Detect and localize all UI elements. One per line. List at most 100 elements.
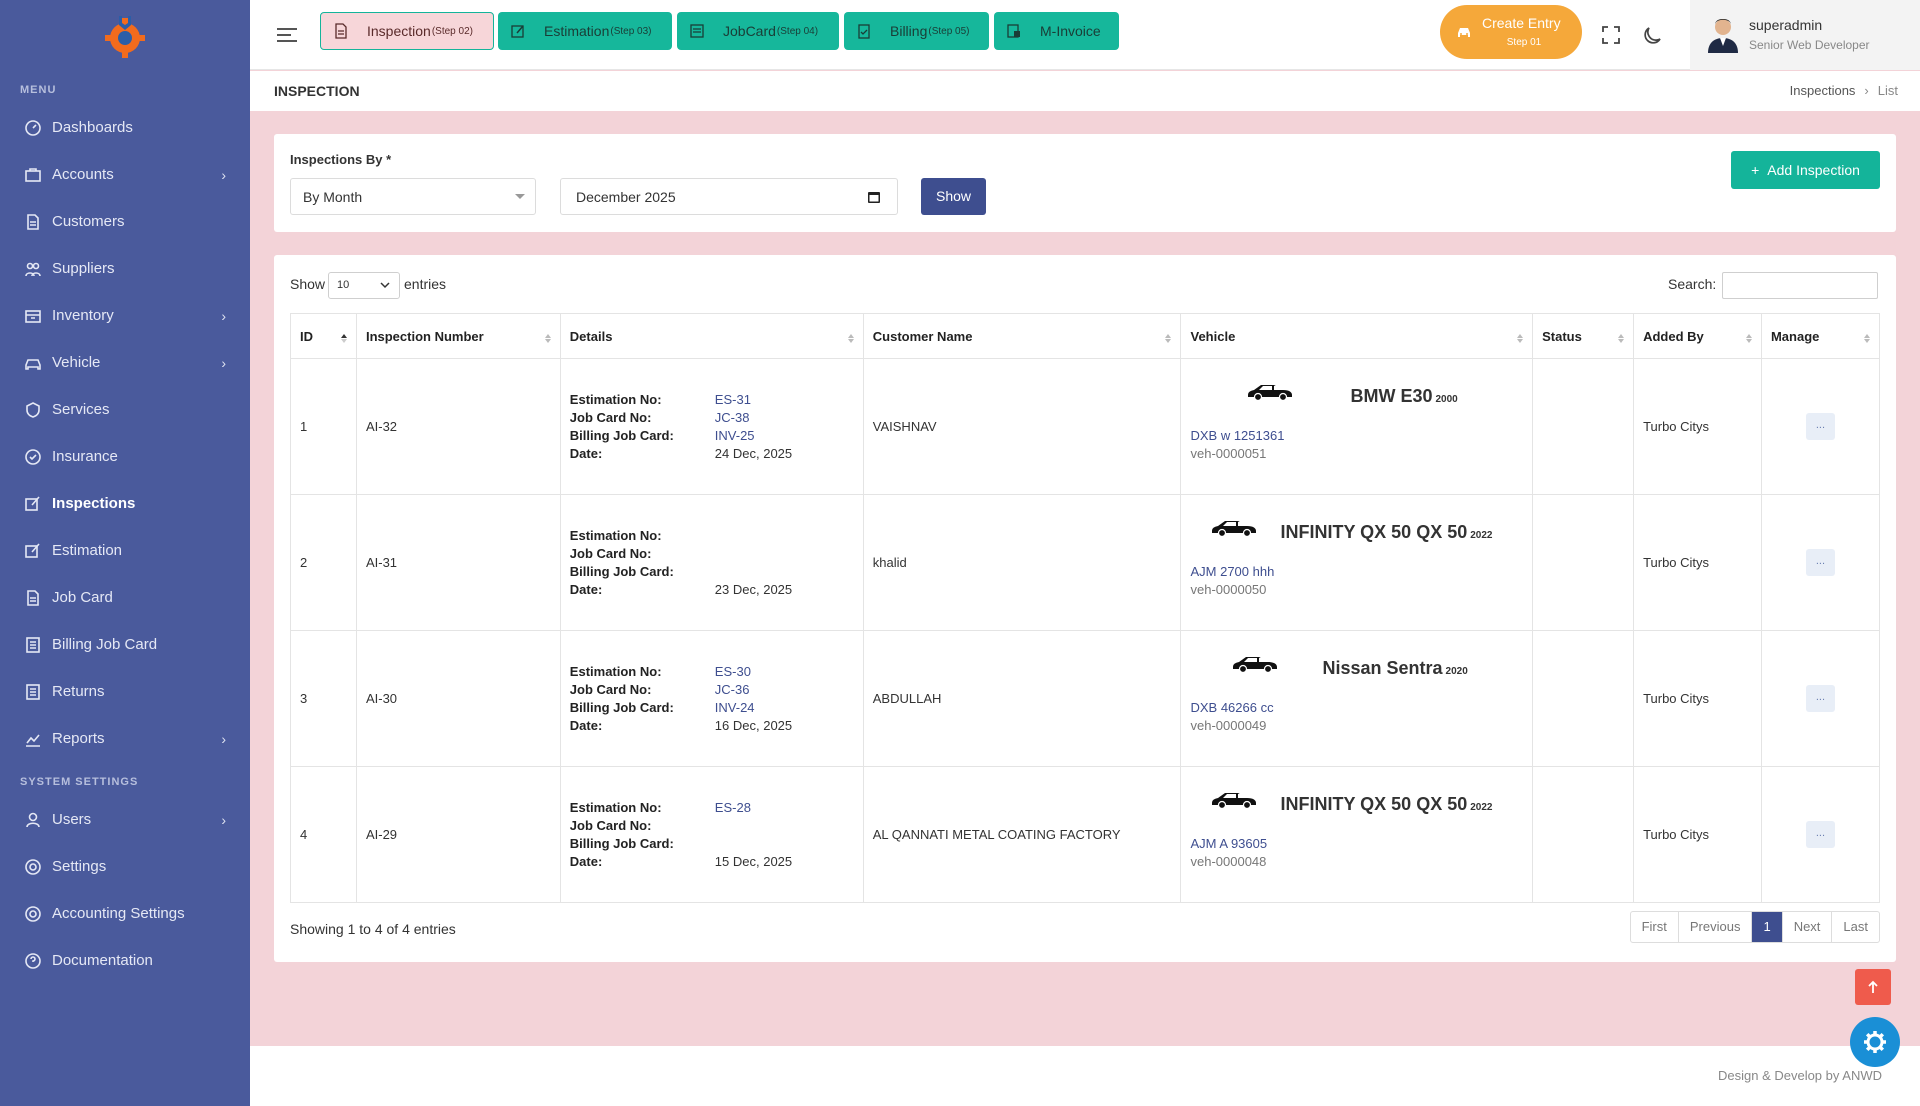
estimation-link[interactable] xyxy=(715,528,835,543)
sidebar-item-reports[interactable]: Reports › xyxy=(0,715,250,762)
sidebar-item-suppliers[interactable]: Suppliers xyxy=(0,245,250,292)
page-previous-button[interactable]: Previous xyxy=(1679,912,1753,942)
breadcrumb-inspections[interactable]: Inspections xyxy=(1790,83,1856,98)
page-next-button[interactable]: Next xyxy=(1783,912,1833,942)
step-minvoice-button[interactable]: M-Invoice xyxy=(994,12,1119,50)
sidebar-item-settings[interactable]: Settings xyxy=(0,843,250,890)
insurance-icon xyxy=(24,448,42,466)
billing-link[interactable] xyxy=(715,836,835,851)
cell-added-by: Turbo Citys xyxy=(1633,494,1762,631)
gear-icon xyxy=(24,905,42,923)
inspections-by-select[interactable]: By Month xyxy=(290,178,536,215)
sidebar-item-job-card[interactable]: Job Card xyxy=(0,574,250,621)
menu-toggle-icon[interactable] xyxy=(276,24,298,46)
document-icon xyxy=(24,589,42,607)
cell-inspection-number: AI-29 xyxy=(355,766,561,903)
job-card-link[interactable] xyxy=(715,818,835,833)
search-input[interactable] xyxy=(1722,272,1878,299)
logo-icon xyxy=(105,16,145,58)
sidebar-item-label: Inventory xyxy=(52,307,114,324)
sort-icon xyxy=(847,334,854,343)
estimation-link[interactable]: ES-28 xyxy=(715,800,835,815)
step-inspection-button[interactable]: Inspection (Step 02) xyxy=(320,12,494,50)
show-button[interactable]: Show xyxy=(921,178,986,215)
column-header-label: Vehicle xyxy=(1190,328,1236,344)
sidebar-item-customers[interactable]: Customers xyxy=(0,198,250,245)
column-header-status[interactable]: Status xyxy=(1532,313,1635,359)
add-inspection-button[interactable]: + Add Inspection xyxy=(1731,151,1880,189)
vehicle-id: veh-0000051 xyxy=(1190,445,1267,461)
sidebar-item-vehicle[interactable]: Vehicle › xyxy=(0,339,250,386)
search-label: Search: xyxy=(1668,276,1717,292)
page-first-button[interactable]: First xyxy=(1631,912,1679,942)
billing-link[interactable] xyxy=(715,564,835,579)
sidebar-item-billing-job-card[interactable]: Billing Job Card xyxy=(0,621,250,668)
sidebar-item-dashboards[interactable]: Dashboards xyxy=(0,104,250,151)
cell-details: Estimation No: ES-30 Job Card No: JC-36 Bi… xyxy=(559,630,864,767)
settings-fab-button[interactable] xyxy=(1850,1017,1900,1067)
vehicle-model: Nissan Sentra xyxy=(1322,657,1443,678)
vehicle-plate[interactable]: AJM 2700 hhh xyxy=(1190,564,1274,579)
step-billing-button[interactable]: Billing (Step 05) xyxy=(844,12,989,50)
cell-status xyxy=(1532,358,1635,495)
billing-link[interactable]: INV-25 xyxy=(715,428,835,443)
sort-icon xyxy=(1618,334,1625,343)
sidebar-item-services[interactable]: Services xyxy=(0,386,250,433)
column-header-vehicle[interactable]: Vehicle xyxy=(1180,313,1534,359)
detail-key: Job Card No: xyxy=(569,546,652,561)
sidebar-item-insurance[interactable]: Insurance xyxy=(0,433,250,480)
manage-button[interactable]: ... xyxy=(1805,549,1835,576)
logo[interactable] xyxy=(0,0,250,72)
manage-button[interactable]: ... xyxy=(1805,685,1835,712)
job-card-link[interactable] xyxy=(715,546,835,561)
estimation-link[interactable]: ES-30 xyxy=(715,664,835,679)
create-entry-label: Create Entry xyxy=(1482,15,1561,31)
estimation-link[interactable]: ES-31 xyxy=(715,392,835,407)
sidebar-item-inspections[interactable]: Inspections xyxy=(0,480,250,527)
sidebar-item-estimation[interactable]: Estimation xyxy=(0,527,250,574)
entries-select[interactable]: 10 xyxy=(328,272,400,299)
dark-mode-icon[interactable] xyxy=(1642,24,1664,46)
column-header-inspection-number[interactable]: Inspection Number xyxy=(355,313,561,359)
vehicle-plate[interactable]: DXB w 1251361 xyxy=(1190,428,1284,443)
billing-link[interactable]: INV-24 xyxy=(715,700,835,715)
manage-button[interactable]: ... xyxy=(1805,413,1835,440)
column-header-added-by[interactable]: Added By xyxy=(1633,313,1762,359)
page-last-button[interactable]: Last xyxy=(1832,912,1879,942)
sidebar-item-accounting-settings[interactable]: Accounting Settings xyxy=(0,890,250,937)
job-card-link[interactable]: JC-38 xyxy=(715,410,835,425)
month-input[interactable]: December 2025 xyxy=(560,178,898,215)
page-1-button[interactable]: 1 xyxy=(1752,912,1783,942)
user-menu[interactable]: superadmin Senior Web Developer xyxy=(1690,0,1920,70)
vehicle-plate[interactable]: DXB 46266 cc xyxy=(1190,700,1273,715)
sidebar-item-returns[interactable]: Returns xyxy=(0,668,250,715)
invoice-icon xyxy=(1007,24,1020,38)
box-icon xyxy=(24,307,42,325)
step-jobcard-button[interactable]: JobCard (Step 04) xyxy=(677,12,839,50)
fullscreen-icon[interactable] xyxy=(1600,24,1622,46)
sidebar-item-users[interactable]: Users › xyxy=(0,796,250,843)
sidebar-item-inventory[interactable]: Inventory › xyxy=(0,292,250,339)
column-header-manage[interactable]: Manage xyxy=(1760,313,1881,359)
column-header-details[interactable]: Details xyxy=(559,313,864,359)
user-icon xyxy=(24,811,42,829)
create-entry-button[interactable]: Create Entry Step 01 xyxy=(1440,5,1582,59)
manage-button[interactable]: ... xyxy=(1805,821,1835,848)
caret-down-icon xyxy=(515,194,525,199)
step-estimation-button[interactable]: Estimation (Step 03) xyxy=(498,12,672,50)
sidebar-item-documentation[interactable]: Documentation xyxy=(0,937,250,984)
table-row: 1 AI-32 Estimation No: ES-31 Job Card No:… xyxy=(290,358,1881,495)
job-card-link[interactable]: JC-36 xyxy=(715,682,835,697)
vehicle-plate[interactable]: AJM A 93605 xyxy=(1190,836,1267,851)
detail-key: Date: xyxy=(569,582,603,597)
pagination: First Previous 1 Next Last xyxy=(1629,911,1880,943)
sidebar-item-label: Billing Job Card xyxy=(52,636,158,653)
column-header-id[interactable]: ID xyxy=(290,313,357,359)
vehicle-id: veh-0000050 xyxy=(1190,581,1267,597)
column-header-customer-name[interactable]: Customer Name xyxy=(862,313,1182,359)
column-header-label: Manage xyxy=(1770,328,1820,344)
sidebar-item-accounts[interactable]: Accounts › xyxy=(0,151,250,198)
cell-id: 3 xyxy=(290,630,357,767)
scroll-top-button[interactable] xyxy=(1855,969,1891,1005)
calendar-icon[interactable] xyxy=(867,190,881,204)
